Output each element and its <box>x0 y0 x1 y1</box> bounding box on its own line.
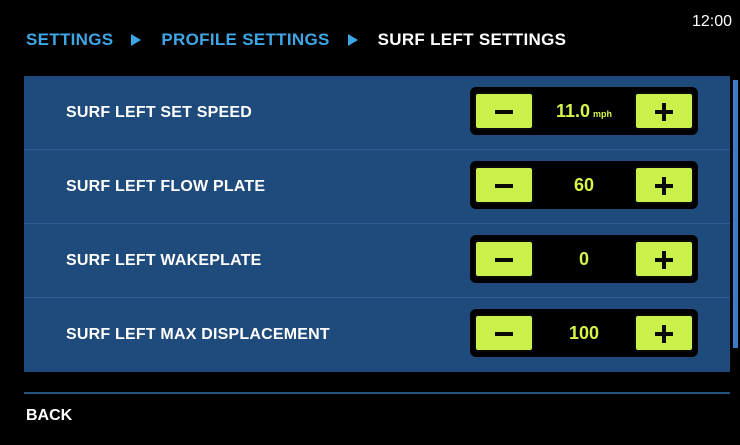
breadcrumb-settings[interactable]: SETTINGS <box>26 30 113 50</box>
clock: 12:00 <box>691 13 732 30</box>
increase-button[interactable] <box>634 166 694 204</box>
decrease-button[interactable] <box>474 240 534 278</box>
breadcrumb: SETTINGS PROFILE SETTINGS SURF LEFT SETT… <box>26 29 566 51</box>
increase-button[interactable] <box>634 92 694 130</box>
footer-divider <box>24 392 730 394</box>
setting-row-flow-plate: SURF LEFT FLOW PLATE 60 <box>24 150 730 224</box>
setting-row-wakeplate: SURF LEFT WAKEPLATE 0 <box>24 224 730 298</box>
increase-button[interactable] <box>634 314 694 352</box>
setting-value-display: 60 <box>536 161 632 209</box>
minus-icon <box>495 184 513 188</box>
setting-value: 100 <box>568 322 600 343</box>
minus-icon <box>495 258 513 262</box>
triangle-right-icon <box>131 34 142 46</box>
breadcrumb-profile-settings[interactable]: PROFILE SETTINGS <box>161 30 329 50</box>
setting-value-display: 0 <box>536 235 632 283</box>
setting-label: SURF LEFT WAKEPLATE <box>66 252 262 269</box>
minus-icon <box>495 110 513 114</box>
triangle-right-icon <box>347 34 358 46</box>
settings-panel: SURF LEFT SET SPEED 11.0 mph SURF LEFT FL… <box>24 76 730 372</box>
minus-icon <box>495 332 513 336</box>
setting-value-display: 100 <box>536 309 632 357</box>
increase-button[interactable] <box>634 240 694 278</box>
setting-value: 60 <box>573 174 595 195</box>
decrease-button[interactable] <box>474 92 534 130</box>
back-button[interactable]: BACK <box>26 407 72 425</box>
setting-label: SURF LEFT SET SPEED <box>66 104 253 121</box>
breadcrumb-current-page: SURF LEFT SETTINGS <box>377 30 567 49</box>
setting-unit: mph <box>593 109 613 119</box>
setting-value-display: 11.0 mph <box>536 87 632 135</box>
decrease-button[interactable] <box>474 314 534 352</box>
setting-row-set-speed: SURF LEFT SET SPEED 11.0 mph <box>24 76 730 150</box>
setting-value: 11.0 <box>555 100 591 121</box>
setting-row-max-displacement: SURF LEFT MAX DISPLACEMENT 100 <box>24 298 730 372</box>
set-speed-stepper: 11.0 mph <box>470 87 698 135</box>
max-displacement-stepper: 100 <box>470 309 698 357</box>
top-bar: SETTINGS PROFILE SETTINGS SURF LEFT SETT… <box>0 0 740 75</box>
setting-label: SURF LEFT MAX DISPLACEMENT <box>66 326 330 343</box>
flow-plate-stepper: 60 <box>470 161 698 209</box>
scrollbar[interactable] <box>733 80 738 348</box>
setting-label: SURF LEFT FLOW PLATE <box>66 178 266 195</box>
setting-value: 0 <box>578 248 589 269</box>
decrease-button[interactable] <box>474 166 534 204</box>
wakeplate-stepper: 0 <box>470 235 698 283</box>
